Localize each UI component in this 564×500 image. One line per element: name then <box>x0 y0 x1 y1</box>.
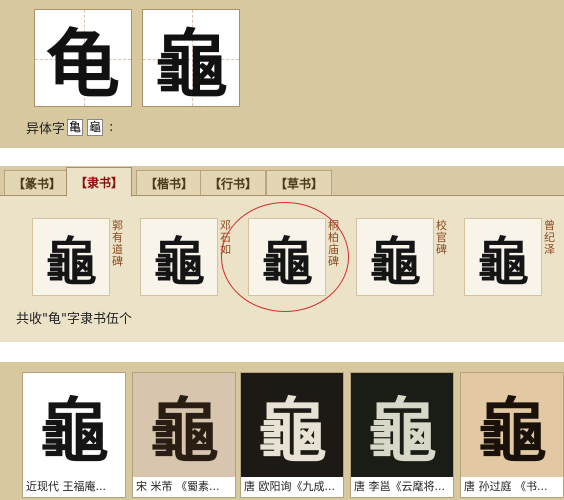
simplified-char: 龟 <box>46 21 120 108</box>
lishu-char: 龜 <box>44 231 97 293</box>
traditional-char-box: 龜 <box>142 9 240 108</box>
lishu-card[interactable]: 龜 <box>464 218 542 296</box>
work-thumbnail[interactable]: 龜 唐 孙过庭 《书... <box>460 372 564 498</box>
character-header: 龟 龜 异体字 亀 龜 : <box>0 0 564 148</box>
lishu-char: 龜 <box>368 231 421 293</box>
variant-suffix: : <box>109 120 114 135</box>
work-char: 龜 <box>257 388 327 472</box>
work-caption[interactable]: 唐 欧阳询《九成... <box>241 477 343 497</box>
simplified-char-box: 龟 <box>34 9 132 108</box>
tab-xingshu[interactable]: 【行书】 <box>200 170 267 195</box>
lishu-card[interactable]: 龜 <box>248 218 326 296</box>
tab-caoshu[interactable]: 【草书】 <box>266 170 333 195</box>
lishu-source[interactable]: 桐柏庙碑 <box>328 220 342 268</box>
lishu-card[interactable]: 龜 <box>32 218 110 296</box>
lishu-char: 龜 <box>152 231 205 293</box>
lishu-source[interactable]: 曾纪泽 <box>544 220 558 256</box>
calligraphy-works: 龜 近现代 王福庵... 龜 宋 米芾 《蜀素... 龜 唐 欧阳询《九成...… <box>0 362 564 500</box>
tab-zhuanshu[interactable]: 【篆书】 <box>4 170 71 195</box>
work-char: 龜 <box>477 388 547 472</box>
work-char: 龜 <box>367 388 437 472</box>
work-caption[interactable]: 唐 李邕《云麾将... <box>351 477 453 497</box>
traditional-char: 龜 <box>154 21 228 108</box>
work-thumbnail[interactable]: 龜 近现代 王福庵... <box>22 372 126 498</box>
lishu-card[interactable]: 龜 <box>140 218 218 296</box>
work-thumbnail[interactable]: 龜 宋 米芾 《蜀素... <box>132 372 236 498</box>
work-image: 龜 <box>133 373 235 477</box>
work-thumbnail[interactable]: 龜 唐 欧阳询《九成... <box>240 372 344 498</box>
lishu-source[interactable]: 邓石如 <box>220 220 234 256</box>
work-thumbnail[interactable]: 龜 唐 李邕《云麾将... <box>350 372 454 498</box>
variant-char-link[interactable]: 龜 <box>87 119 104 136</box>
divider <box>0 342 564 362</box>
divider <box>0 148 564 166</box>
work-caption[interactable]: 近现代 王福庵... <box>23 477 125 497</box>
work-image: 龜 <box>461 373 563 477</box>
lishu-card[interactable]: 龜 <box>356 218 434 296</box>
lishu-char: 龜 <box>476 231 529 293</box>
tab-lishu[interactable]: 【隶书】 <box>66 167 133 197</box>
variant-label: 异体字 <box>26 122 66 137</box>
script-style-panel: 【篆书】 【隶书】 【楷书】 【行书】 【草书】 龜 郭有道碑 龜 邓石如 龜 … <box>0 166 564 342</box>
tab-kaishu[interactable]: 【楷书】 <box>136 170 203 195</box>
lishu-count-text: 共收"龟"字隶书伍个 <box>16 312 132 327</box>
lishu-source[interactable]: 校官碑 <box>436 220 450 256</box>
variant-char-link[interactable]: 亀 <box>67 119 84 136</box>
work-image: 龜 <box>241 373 343 477</box>
work-char: 龜 <box>149 388 219 472</box>
tab-strip: 【篆书】 【隶书】 【楷书】 【行书】 【草书】 <box>0 166 564 197</box>
work-caption[interactable]: 宋 米芾 《蜀素... <box>133 477 235 497</box>
work-image: 龜 <box>351 373 453 477</box>
lishu-char: 龜 <box>260 231 313 293</box>
work-char: 龜 <box>39 388 109 472</box>
work-caption[interactable]: 唐 孙过庭 《书... <box>461 477 563 497</box>
work-image: 龜 <box>23 373 125 477</box>
variant-row: 异体字 亀 龜 : <box>26 118 113 137</box>
lishu-source[interactable]: 郭有道碑 <box>112 220 126 268</box>
